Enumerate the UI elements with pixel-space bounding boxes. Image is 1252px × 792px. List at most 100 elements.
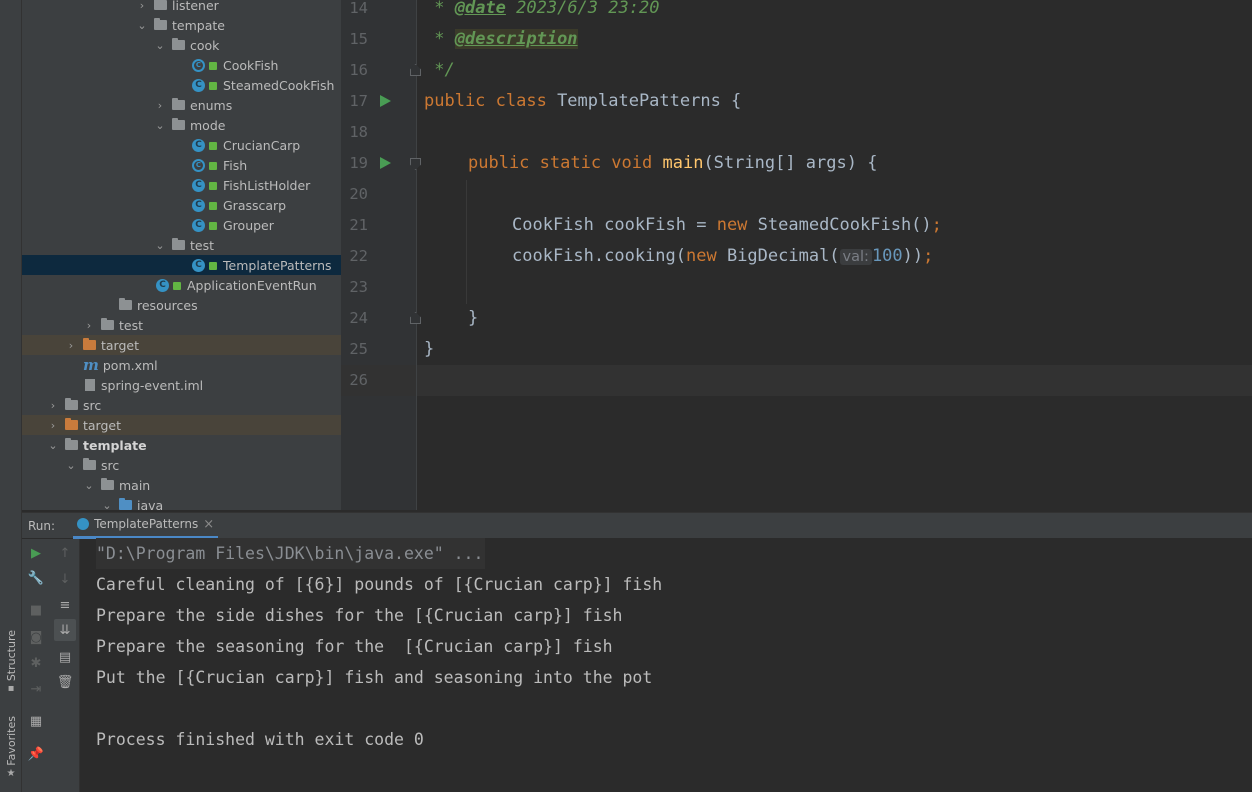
folder-icon (101, 478, 114, 490)
tree-item-template-main[interactable]: ⌄ main (22, 475, 341, 495)
tree-item-cook[interactable]: ⌄ cook (22, 35, 341, 55)
folder-icon (65, 398, 78, 410)
arrow-down-icon[interactable]: ↓ (57, 571, 73, 587)
tree-item-steamedcookfish[interactable]: C SteamedCookFish (22, 75, 341, 95)
code-line-24: } (468, 308, 479, 328)
line-number: 14 (349, 0, 368, 17)
scroll-to-end-icon[interactable]: ⇊ (54, 619, 76, 641)
lock-icon (209, 162, 217, 170)
line-number: 15 (349, 30, 368, 48)
pin-icon[interactable]: 📌 (28, 746, 44, 762)
chevron-right-icon: › (50, 398, 56, 412)
structure-tab-label: Structure (4, 630, 18, 682)
tree-item-src[interactable]: › src (22, 395, 341, 415)
folder-icon (101, 318, 114, 330)
chevron-down-icon: ⌄ (155, 118, 165, 132)
tree-item-enums[interactable]: › enums (22, 95, 341, 115)
line-number: 20 (349, 185, 368, 203)
tree-item-pom[interactable]: m pom.xml (22, 355, 341, 375)
run-class-gutter-icon[interactable] (380, 95, 391, 107)
folder-icon (154, 18, 167, 30)
abstract-class-icon: C (192, 58, 205, 72)
excluded-folder-icon (83, 338, 96, 350)
class-icon: C (192, 258, 205, 272)
line-number: 26 (349, 371, 368, 389)
lock-icon (209, 82, 217, 90)
folder-icon (172, 98, 185, 110)
tree-item-target-2[interactable]: › target (22, 415, 341, 435)
chevron-down-icon: ⌄ (84, 478, 94, 492)
class-icon (77, 518, 90, 530)
run-tab-templatepatterns[interactable]: TemplatePatterns × (73, 513, 219, 539)
code-line-14: * @date 2023/6/3 23:20 (424, 0, 660, 18)
bug-icon[interactable]: ✱ (28, 655, 44, 671)
tree-item-templatepatterns[interactable]: C TemplatePatterns (22, 255, 341, 275)
indent-guide (466, 180, 467, 304)
arrow-up-icon[interactable]: ↑ (57, 545, 73, 561)
exit-icon[interactable]: ⇥ (28, 681, 44, 697)
run-panel-title: Run: (28, 518, 56, 533)
layout-icon[interactable]: ▦ (28, 713, 44, 729)
run-main-gutter-icon[interactable] (380, 157, 391, 169)
tree-item-template-module[interactable]: ⌄ template (22, 435, 341, 455)
tree-item-grasscarp[interactable]: C Grasscarp (22, 195, 341, 215)
console-line: Careful cleaning of [{6}] pounds of [{Cr… (96, 575, 663, 594)
gutter-divider (416, 0, 417, 510)
parameter-hint: val: (839, 249, 872, 265)
favorites-tab[interactable]: ★ Favorites (2, 716, 20, 779)
soft-wrap-icon[interactable]: ≡ (57, 597, 73, 613)
trash-icon[interactable]: 🗑 (57, 674, 74, 690)
chevron-down-icon: ⌄ (66, 458, 76, 472)
tree-item-fish[interactable]: C Fish (22, 155, 341, 175)
console-line: "D:\Program Files\JDK\bin\java.exe" ... (96, 538, 486, 569)
tree-item-listener[interactable]: › listener (22, 0, 341, 15)
tree-item-template-src[interactable]: ⌄ src (22, 455, 341, 475)
chevron-down-icon: ⌄ (155, 38, 165, 52)
print-icon[interactable]: ▤ (57, 649, 73, 665)
line-number: 18 (349, 123, 368, 141)
class-icon: C (192, 218, 205, 232)
tree-item-template-java[interactable]: ⌄ java (22, 495, 341, 510)
play-icon[interactable]: ▶ (28, 545, 44, 561)
camera-icon[interactable]: ◙ (28, 629, 44, 645)
tree-item-applicationeventrun[interactable]: C ApplicationEventRun (22, 275, 341, 295)
current-line-highlight (341, 365, 1252, 396)
chevron-down-icon: ⌄ (102, 498, 112, 511)
wrench-icon[interactable]: 🔧 (28, 570, 44, 586)
resources-folder-icon (119, 298, 132, 310)
class-icon: C (192, 78, 205, 92)
run-toolbar-secondary: ↑ ↓ ≡ ⇊ ▤ 🗑 (49, 539, 80, 792)
console-line: Prepare the seasoning for the [{Crucian … (96, 637, 613, 656)
code-line-21: CookFish cookFish = new SteamedCookFish(… (512, 215, 942, 235)
tree-item-resources[interactable]: resources (22, 295, 341, 315)
tree-item-cruciancarp[interactable]: C CrucianCarp (22, 135, 341, 155)
folder-icon (83, 458, 96, 470)
lock-icon (209, 142, 217, 150)
structure-tab[interactable]: ▪ Structure (2, 630, 20, 694)
tree-item-test-package[interactable]: ⌄ test (22, 235, 341, 255)
line-number: 24 (349, 309, 368, 327)
tree-item-target-1[interactable]: › target (22, 335, 341, 355)
tree-item-mode[interactable]: ⌄ mode (22, 115, 341, 135)
tree-item-cookfish[interactable]: C CookFish (22, 55, 341, 75)
folder-icon (172, 38, 185, 50)
line-number: 19 (349, 154, 368, 172)
tree-item-iml[interactable]: spring-event.iml (22, 375, 341, 395)
lock-icon (209, 182, 217, 190)
stop-icon[interactable]: ■ (28, 602, 44, 618)
class-icon: C (192, 138, 205, 152)
run-toolbar-primary: ▶ 🔧 ■ ◙ ✱ ⇥ ▦ 📌 (22, 539, 49, 792)
tree-item-fishlistholder[interactable]: C FishListHolder (22, 175, 341, 195)
close-icon[interactable]: × (203, 517, 214, 532)
structure-icon: ▪ (7, 683, 15, 695)
tree-item-test-dir[interactable]: › test (22, 315, 341, 335)
chevron-down-icon: ⌄ (155, 238, 165, 252)
chevron-right-icon: › (86, 318, 92, 332)
tree-item-grouper[interactable]: C Grouper (22, 215, 341, 235)
tree-item-tempate[interactable]: ⌄ tempate (22, 15, 341, 35)
chevron-down-icon: ⌄ (137, 18, 147, 32)
chevron-right-icon: › (157, 98, 163, 112)
chevron-right-icon: › (50, 418, 56, 432)
run-tab-label: TemplatePatterns (94, 517, 199, 531)
lock-icon (209, 62, 217, 70)
